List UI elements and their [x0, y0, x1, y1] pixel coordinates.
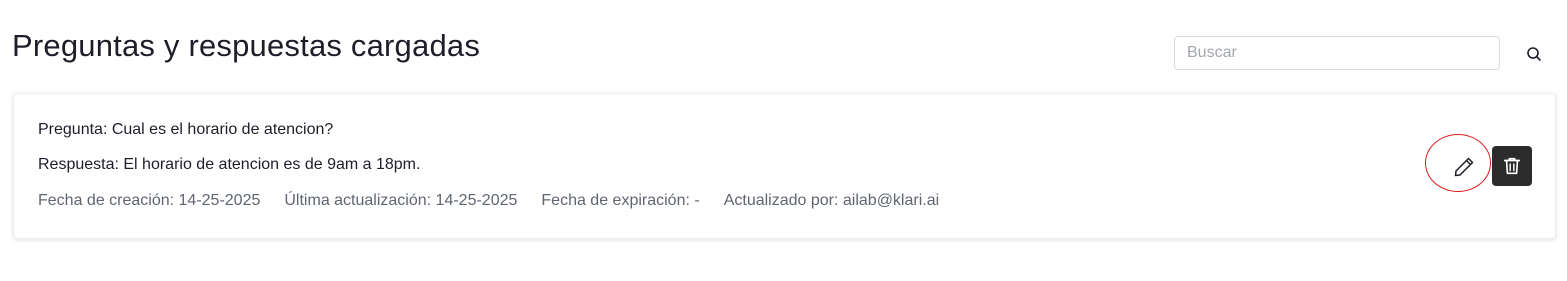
search-button[interactable] [1520, 40, 1548, 68]
trash-icon [1503, 157, 1521, 175]
qa-card: Pregunta: Cual es el horario de atencion… [13, 93, 1556, 239]
updated-by: Actualizado por: ailab@klari.ai [723, 192, 940, 209]
search-input[interactable] [1174, 36, 1500, 70]
edit-button[interactable] [1444, 147, 1484, 187]
pencil-icon [1454, 157, 1474, 177]
created-date: Fecha de creación: 14-25-2025 [38, 192, 261, 209]
updated-date: Última actualización: 14-25-2025 [284, 192, 518, 209]
answer-text: Respuesta: El horario de atencion es de … [38, 156, 421, 173]
delete-button[interactable] [1492, 146, 1532, 186]
metadata-row: Fecha de creación: 14-25-2025 Última act… [38, 192, 939, 210]
expiration-date: Fecha de expiración: - [541, 192, 700, 209]
question-text: Pregunta: Cual es el horario de atencion… [38, 121, 334, 138]
search-icon [1527, 47, 1541, 61]
page-title: Preguntas y respuestas cargadas [12, 28, 481, 63]
page: Preguntas y respuestas cargadas Pregunta… [0, 0, 1567, 281]
